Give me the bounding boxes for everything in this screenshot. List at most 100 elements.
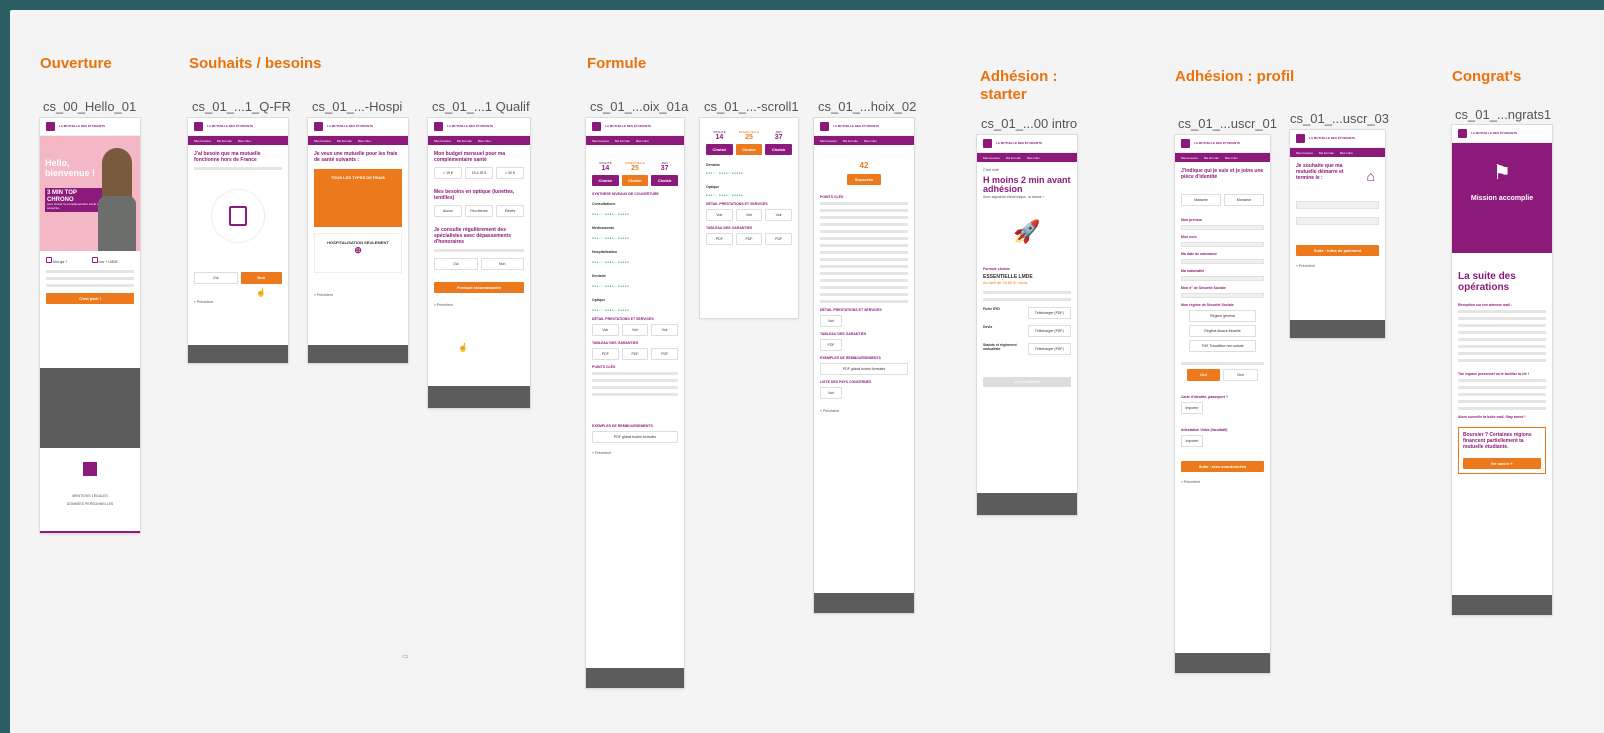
voir-button[interactable]: Voir [820, 315, 842, 327]
pdf-button[interactable]: PDF [706, 233, 733, 245]
screen-profil-03[interactable]: LA MUTUELLE DES ÉTUDIANTS Mes besoins Ma … [1290, 130, 1385, 338]
prenom-input[interactable] [1181, 225, 1264, 230]
nav-besoins[interactable]: Mes besoins [983, 156, 1000, 160]
oui-button[interactable]: Oui [194, 272, 238, 284]
voir-button[interactable]: Voir [735, 209, 763, 221]
download-button[interactable]: Télécharger (PDF) [1027, 307, 1071, 319]
screen-choix-02[interactable]: LA MUTUELLE DES ÉTUDIANTS Mes besoins Ma … [814, 118, 914, 613]
qui-link[interactable]: Moi qui ? [53, 260, 67, 264]
download-button[interactable]: Télécharger (PDF) [1027, 325, 1071, 337]
non-button[interactable]: Non [1223, 369, 1258, 381]
precedent-link[interactable]: « Précédent [592, 451, 678, 456]
date-debut-input[interactable] [1296, 201, 1379, 209]
pdf-button[interactable]: PDF [735, 233, 763, 245]
choisir-button[interactable]: Choisir [765, 144, 793, 155]
screen-scroll1[interactable]: VITALITÉ 14 ESSENTIELLE 25 ZEN 37 Choisir C… [700, 118, 798, 318]
regime-option[interactable]: Régime général [1189, 310, 1256, 322]
en-savoir-plus-button[interactable]: En savoir + [1463, 458, 1541, 469]
nav-besoins[interactable]: Mes besoins [434, 139, 451, 143]
nav-formule[interactable]: Ma formule [1006, 156, 1021, 160]
pdf-button[interactable]: PDF [651, 348, 679, 360]
voir-button[interactable]: Voir [706, 209, 733, 221]
importer-button[interactable]: Importer [1181, 435, 1203, 447]
voir-button[interactable]: Voir [820, 387, 842, 399]
choisir-button[interactable]: Choisir [706, 144, 733, 155]
pdf-button[interactable]: PDF [621, 348, 649, 360]
pdf-global-button[interactable]: PDF global toutes formules [592, 431, 678, 443]
voir-button[interactable]: Voir [651, 324, 679, 336]
voir-button[interactable]: Voir [621, 324, 649, 336]
choisir-button[interactable]: Choisir [592, 175, 619, 186]
lmde-link[interactable]: Les + LMDE [98, 260, 117, 264]
voir-button[interactable]: Voir [592, 324, 619, 336]
screen-intro[interactable]: LA MUTUELLE DES ÉTUDIANTS Mes besoins Ma … [977, 135, 1077, 515]
nav-formule[interactable]: Ma formule [843, 139, 858, 143]
perso-link[interactable]: DONNÉES PERSONNELLES [40, 502, 140, 507]
nav-besoins[interactable]: Mes besoins [314, 139, 331, 143]
nav-infos[interactable]: Mes infos [1225, 156, 1238, 160]
download-button[interactable]: Télécharger (PDF) [1027, 343, 1071, 355]
souscrire-button[interactable]: Souscrire [847, 174, 881, 185]
precedent-link[interactable]: « Précédent [1181, 480, 1264, 485]
screen-hello[interactable]: LA MUTUELLE DES ÉTUDIANTS Hello, bienven… [40, 118, 140, 533]
nav-besoins[interactable]: Mes besoins [1296, 151, 1313, 155]
oui-button[interactable]: Oui [434, 258, 478, 270]
regime-option[interactable]: Régime Alsace Moselle [1189, 325, 1256, 337]
all-fees-card[interactable]: TOUS LES TYPES DE FRAIS [314, 169, 402, 227]
nav-formule[interactable]: Ma formule [615, 139, 630, 143]
legal-link[interactable]: MENTIONS LÉGALES [40, 494, 140, 499]
screen-congrats[interactable]: LA MUTUELLE DES ÉTUDIANTS ⚑ Mission acco… [1452, 125, 1552, 615]
nav-infos[interactable]: Mes infos [636, 139, 649, 143]
optique-option[interactable]: Aucun [434, 205, 462, 217]
date-fin-input[interactable] [1296, 217, 1379, 225]
suite-paiement-button[interactable]: Suite : infos de paiement [1296, 245, 1379, 256]
precedent-link[interactable]: « Précédent [194, 300, 282, 305]
screen-hospi[interactable]: LA MUTUELLE DES ÉTUDIANTS Mes besoins Ma … [308, 118, 408, 363]
hospi-card[interactable]: HOSPITALISATION SEULEMENT ⊕ [314, 233, 402, 273]
budget-option[interactable]: 15 à 30 € [465, 167, 493, 179]
nav-formule[interactable]: Ma formule [217, 139, 232, 143]
optique-option[interactable]: Peu élevés [465, 205, 493, 217]
pdf-global-button[interactable]: PDF global toutes formules [820, 363, 908, 375]
nav-formule[interactable]: Ma formule [1319, 151, 1334, 155]
optique-option[interactable]: Élevés [496, 205, 524, 217]
suite-coordonnees-button[interactable]: Suite : mes coordonnées [1181, 461, 1264, 472]
budget-option[interactable]: < 15 € [434, 167, 462, 179]
nav-besoins[interactable]: Mes besoins [820, 139, 837, 143]
start-button[interactable]: C'est parti ! [46, 293, 134, 304]
madame-button[interactable]: Madame [1181, 194, 1221, 206]
pdf-button[interactable]: PDF [765, 233, 793, 245]
screen-qualif[interactable]: LA MUTUELLE DES ÉTUDIANTS Mes besoins Ma … [428, 118, 530, 408]
pdf-button[interactable]: PDF [592, 348, 619, 360]
precedent-link[interactable]: « Précédent [1296, 264, 1379, 269]
nav-infos[interactable]: Mes infos [358, 139, 371, 143]
nav-infos[interactable]: Mes infos [478, 139, 491, 143]
nav-formule[interactable]: Ma formule [337, 139, 352, 143]
regime-option[interactable]: TNS Travailleur non salarié [1189, 340, 1256, 352]
nav-besoins[interactable]: Mes besoins [592, 139, 609, 143]
secu-input[interactable] [1181, 293, 1264, 298]
nom-input[interactable] [1181, 242, 1264, 247]
choisir-button[interactable]: Choisir [621, 175, 649, 186]
non-button[interactable]: Non [240, 272, 282, 284]
formule-recommandee-button[interactable]: Formule recommandée [434, 282, 524, 293]
nav-besoins[interactable]: Mes besoins [1181, 156, 1198, 160]
precedent-link[interactable]: « Précédent [820, 409, 908, 414]
budget-option[interactable]: > 30 € [496, 167, 524, 179]
nav-infos[interactable]: Mes infos [1340, 151, 1353, 155]
non-button[interactable]: Non [480, 258, 524, 270]
choisir-button[interactable]: Choisir [735, 144, 763, 155]
naissance-input[interactable] [1181, 259, 1264, 264]
nav-infos[interactable]: Mes infos [238, 139, 251, 143]
pdf-button[interactable]: PDF [820, 339, 842, 351]
precedent-link[interactable]: « Précédent [434, 303, 524, 308]
voir-button[interactable]: Voir [765, 209, 793, 221]
nav-formule[interactable]: Ma formule [457, 139, 472, 143]
screen-q-fr[interactable]: LA MUTUELLE DES ÉTUDIANTS Mes besoins Ma … [188, 118, 288, 363]
nav-infos[interactable]: Mes infos [864, 139, 877, 143]
nationalite-input[interactable] [1181, 276, 1264, 281]
screen-profil-01[interactable]: LA MUTUELLE DES ÉTUDIANTS Mes besoins Ma … [1175, 135, 1270, 673]
oui-button[interactable]: Oui [1187, 369, 1220, 381]
monsieur-button[interactable]: Monsieur [1224, 194, 1264, 206]
adherer-button[interactable]: Je veux adhérer [983, 377, 1071, 387]
